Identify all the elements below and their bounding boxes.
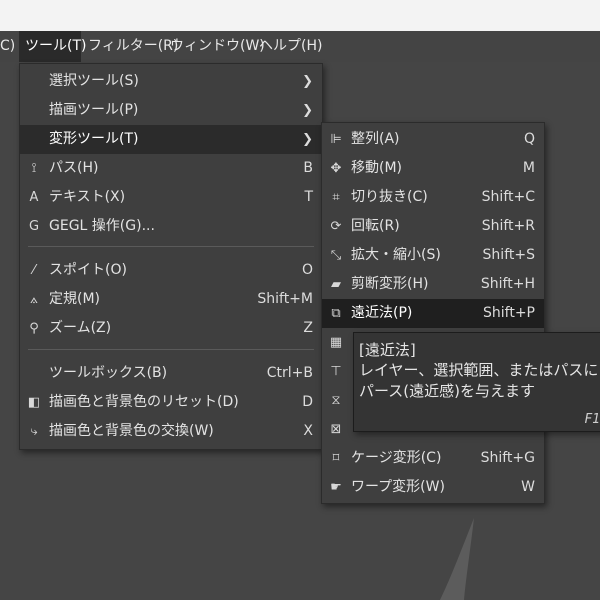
swap-colors-icon: ⤷ <box>30 424 38 439</box>
menu-separator <box>28 349 314 350</box>
menu-item-label: 定規(M) <box>49 291 101 307</box>
menu-item-perspective[interactable]: ⧉ 遠近法(P) Shift+P <box>322 299 544 328</box>
menu-item-label: 切り抜き(C) <box>351 189 428 205</box>
shear-icon: ▰ <box>331 277 341 292</box>
gegl-icon: G <box>28 219 40 234</box>
menu-item-shortcut: T <box>304 189 313 205</box>
menu-item-zoom[interactable]: ⚲ ズーム(Z) Z <box>20 314 322 343</box>
default-colors-icon: ◧ <box>27 395 41 410</box>
menu-item-warp-transform[interactable]: ☛ ワープ変形(W) W <box>322 473 544 502</box>
menu-item-label: 選択ツール(S) <box>49 73 139 89</box>
menu-item-label: 剪断変形(H) <box>351 276 429 292</box>
menu-item-label: GEGL 操作(G)... <box>49 218 155 234</box>
transform-tools-submenu: ⊫ 整列(A) Q ✥ 移動(M) M ⌗ 切り抜き(C) Shift+C ⟳ … <box>321 122 545 504</box>
rotate-icon: ⟳ <box>330 219 342 234</box>
menu-item-label: パス(H) <box>49 160 99 176</box>
menu-item-move[interactable]: ✥ 移動(M) M <box>322 154 544 183</box>
menu-bar: C) ツール(T) フィルター(R) ウィンドウ(W) ヘルプ(H) <box>0 31 600 62</box>
menubar-item-partial[interactable]: C) <box>0 31 16 62</box>
flip-icon: ⊠ <box>330 422 342 437</box>
menu-item-measure[interactable]: ⟑ 定規(M) Shift+M <box>20 285 322 314</box>
tooltip-help-key: F1 <box>584 412 600 427</box>
submenu-arrow-icon: ❯ <box>302 103 313 118</box>
menu-item-label: 描画ツール(P) <box>49 102 139 118</box>
menu-item-selection-tools[interactable]: 選択ツール(S) ❯ <box>20 67 322 96</box>
menu-item-label: 整列(A) <box>351 131 400 147</box>
menu-item-label: スポイト(O) <box>49 262 127 278</box>
menubar-item-windows[interactable]: ウィンドウ(W) <box>170 31 265 62</box>
menu-item-shortcut: Shift+S <box>482 247 535 263</box>
menu-item-shortcut: Q <box>523 131 535 147</box>
paths-icon: ⟟ <box>31 161 37 176</box>
menu-item-shortcut: D <box>302 394 313 410</box>
menubar-item-tools[interactable]: ツール(T) <box>19 31 86 62</box>
perspective-icon: ⧉ <box>331 306 341 321</box>
menu-item-shear[interactable]: ▰ 剪断変形(H) Shift+H <box>322 270 544 299</box>
menu-item-shortcut: Shift+C <box>481 189 535 205</box>
menubar-item-help[interactable]: ヘルプ(H) <box>259 31 322 62</box>
menu-item-shortcut: X <box>303 423 313 439</box>
menu-item-label: 描画色と背景色のリセット(D) <box>49 394 239 410</box>
menu-item-crop[interactable]: ⌗ 切り抜き(C) Shift+C <box>322 183 544 212</box>
menu-separator <box>28 246 314 247</box>
menu-item-color-picker[interactable]: ⁄ スポイト(O) O <box>20 256 322 285</box>
menu-item-swap-colors[interactable]: ⤷ 描画色と背景色の交換(W) X <box>20 417 322 446</box>
menu-item-gegl-operation[interactable]: G GEGL 操作(G)... <box>20 212 322 241</box>
unified-transform-icon: ⊤ <box>330 364 342 379</box>
menu-item-shortcut: Z <box>303 320 313 336</box>
tooltip-title: [遠近法] <box>359 341 416 359</box>
3d-transform-icon: ▦ <box>329 335 343 350</box>
menu-item-transform-tools[interactable]: 変形ツール(T) ❯ <box>20 125 322 154</box>
menu-item-label: ツールボックス(B) <box>49 365 168 381</box>
menu-item-paint-tools[interactable]: 描画ツール(P) ❯ <box>20 96 322 125</box>
menu-item-shortcut: Ctrl+B <box>266 365 313 381</box>
menu-item-scale[interactable]: ⤡ 拡大・縮小(S) Shift+S <box>322 241 544 270</box>
menu-item-shortcut: Shift+H <box>480 276 535 292</box>
handle-transform-icon: ⧖ <box>331 393 341 408</box>
menu-item-rotate[interactable]: ⟳ 回転(R) Shift+R <box>322 212 544 241</box>
text-icon: A <box>29 190 39 205</box>
menu-item-label: ケージ変形(C) <box>351 450 442 466</box>
crop-icon: ⌗ <box>332 190 340 205</box>
menu-item-label: ズーム(Z) <box>49 320 112 336</box>
menu-item-paths[interactable]: ⟟ パス(H) B <box>20 154 322 183</box>
submenu-arrow-icon: ❯ <box>302 132 313 147</box>
zoom-icon: ⚲ <box>29 321 39 336</box>
menu-item-align[interactable]: ⊫ 整列(A) Q <box>322 125 544 154</box>
color-picker-icon: ⁄ <box>32 263 36 278</box>
menu-item-shortcut: Shift+R <box>481 218 535 234</box>
menu-item-shortcut: Shift+G <box>480 450 535 466</box>
menu-item-shortcut: W <box>521 479 535 495</box>
menu-item-shortcut: B <box>303 160 313 176</box>
menu-item-cage-transform[interactable]: ⌑ ケージ変形(C) Shift+G <box>322 444 544 473</box>
menu-item-label: 移動(M) <box>351 160 403 176</box>
perspective-tooltip: [遠近法] レイヤー、選択範囲、またはパスにパース(遠近感)を与えます F1 <box>353 332 600 432</box>
scale-icon: ⤡ <box>330 248 342 263</box>
menu-item-shortcut: O <box>301 262 313 278</box>
tools-menu: 選択ツール(S) ❯ 描画ツール(P) ❯ 変形ツール(T) ❯ ⟟ パス(H)… <box>19 63 323 450</box>
title-bar-strip <box>0 0 600 31</box>
menu-item-default-colors[interactable]: ◧ 描画色と背景色のリセット(D) D <box>20 388 322 417</box>
menu-item-toolbox[interactable]: ツールボックス(B) Ctrl+B <box>20 359 322 388</box>
menu-item-label: 拡大・縮小(S) <box>351 247 441 263</box>
menu-item-shortcut: M <box>522 160 535 176</box>
align-icon: ⊫ <box>330 132 342 147</box>
measure-icon: ⟑ <box>30 292 38 307</box>
menubar-item-filters[interactable]: フィルター(R) <box>88 31 178 62</box>
submenu-arrow-icon: ❯ <box>302 74 313 89</box>
cage-transform-icon: ⌑ <box>332 451 340 466</box>
menu-item-shortcut: Shift+M <box>257 291 313 307</box>
tooltip-description: レイヤー、選択範囲、またはパスにパース(遠近感)を与えます <box>359 361 599 400</box>
menu-item-label: 回転(R) <box>351 218 400 234</box>
menu-item-text[interactable]: A テキスト(X) T <box>20 183 322 212</box>
menu-item-label: ワープ変形(W) <box>351 479 445 495</box>
warp-transform-icon: ☛ <box>330 480 342 495</box>
menu-item-label: 遠近法(P) <box>351 305 413 321</box>
menu-item-label: 変形ツール(T) <box>49 131 139 147</box>
menu-item-shortcut: Shift+P <box>483 305 535 321</box>
menu-item-label: 描画色と背景色の交換(W) <box>49 423 214 439</box>
menu-item-label: テキスト(X) <box>49 189 126 205</box>
move-icon: ✥ <box>330 161 342 176</box>
